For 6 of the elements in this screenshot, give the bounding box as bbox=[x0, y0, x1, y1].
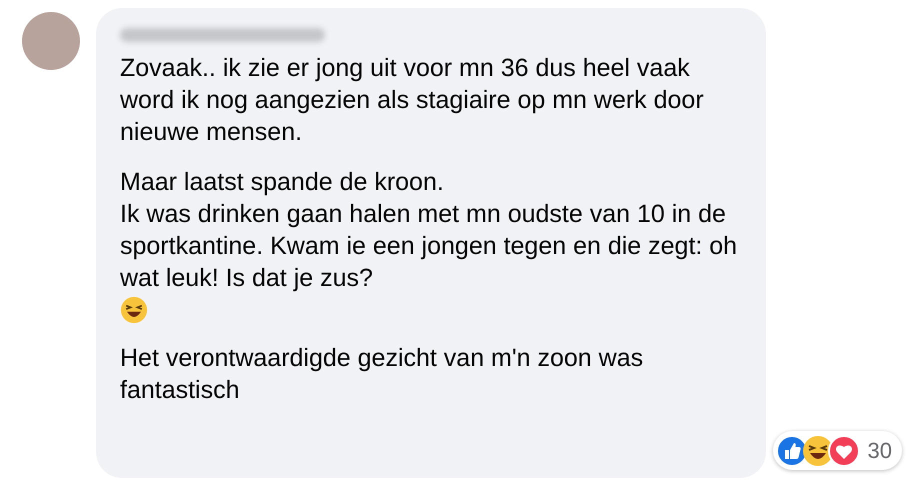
comment-text: Het verontwaardigde gezicht van m'n zoon was fantastisch bbox=[120, 343, 644, 406]
comment-text: Zovaak.. ik zie er jong uit voor mn 36 dus heel vaak word ik nog aangezien als stagiaire op mn werk door nieuwe mensen. bbox=[120, 53, 705, 148]
reactions-badge[interactable]: 30 bbox=[772, 431, 902, 470]
reaction-count: 30 bbox=[868, 437, 892, 465]
laughing-face-icon bbox=[120, 296, 148, 324]
comment-text: Maar laatst spande de kroon. Ik was drinken gaan halen met mn oudste van 10 in de sportkantine. Kwam ie een jongen tegen en die zegt: oh wat leuk! Is dat je zus? bbox=[120, 167, 738, 294]
